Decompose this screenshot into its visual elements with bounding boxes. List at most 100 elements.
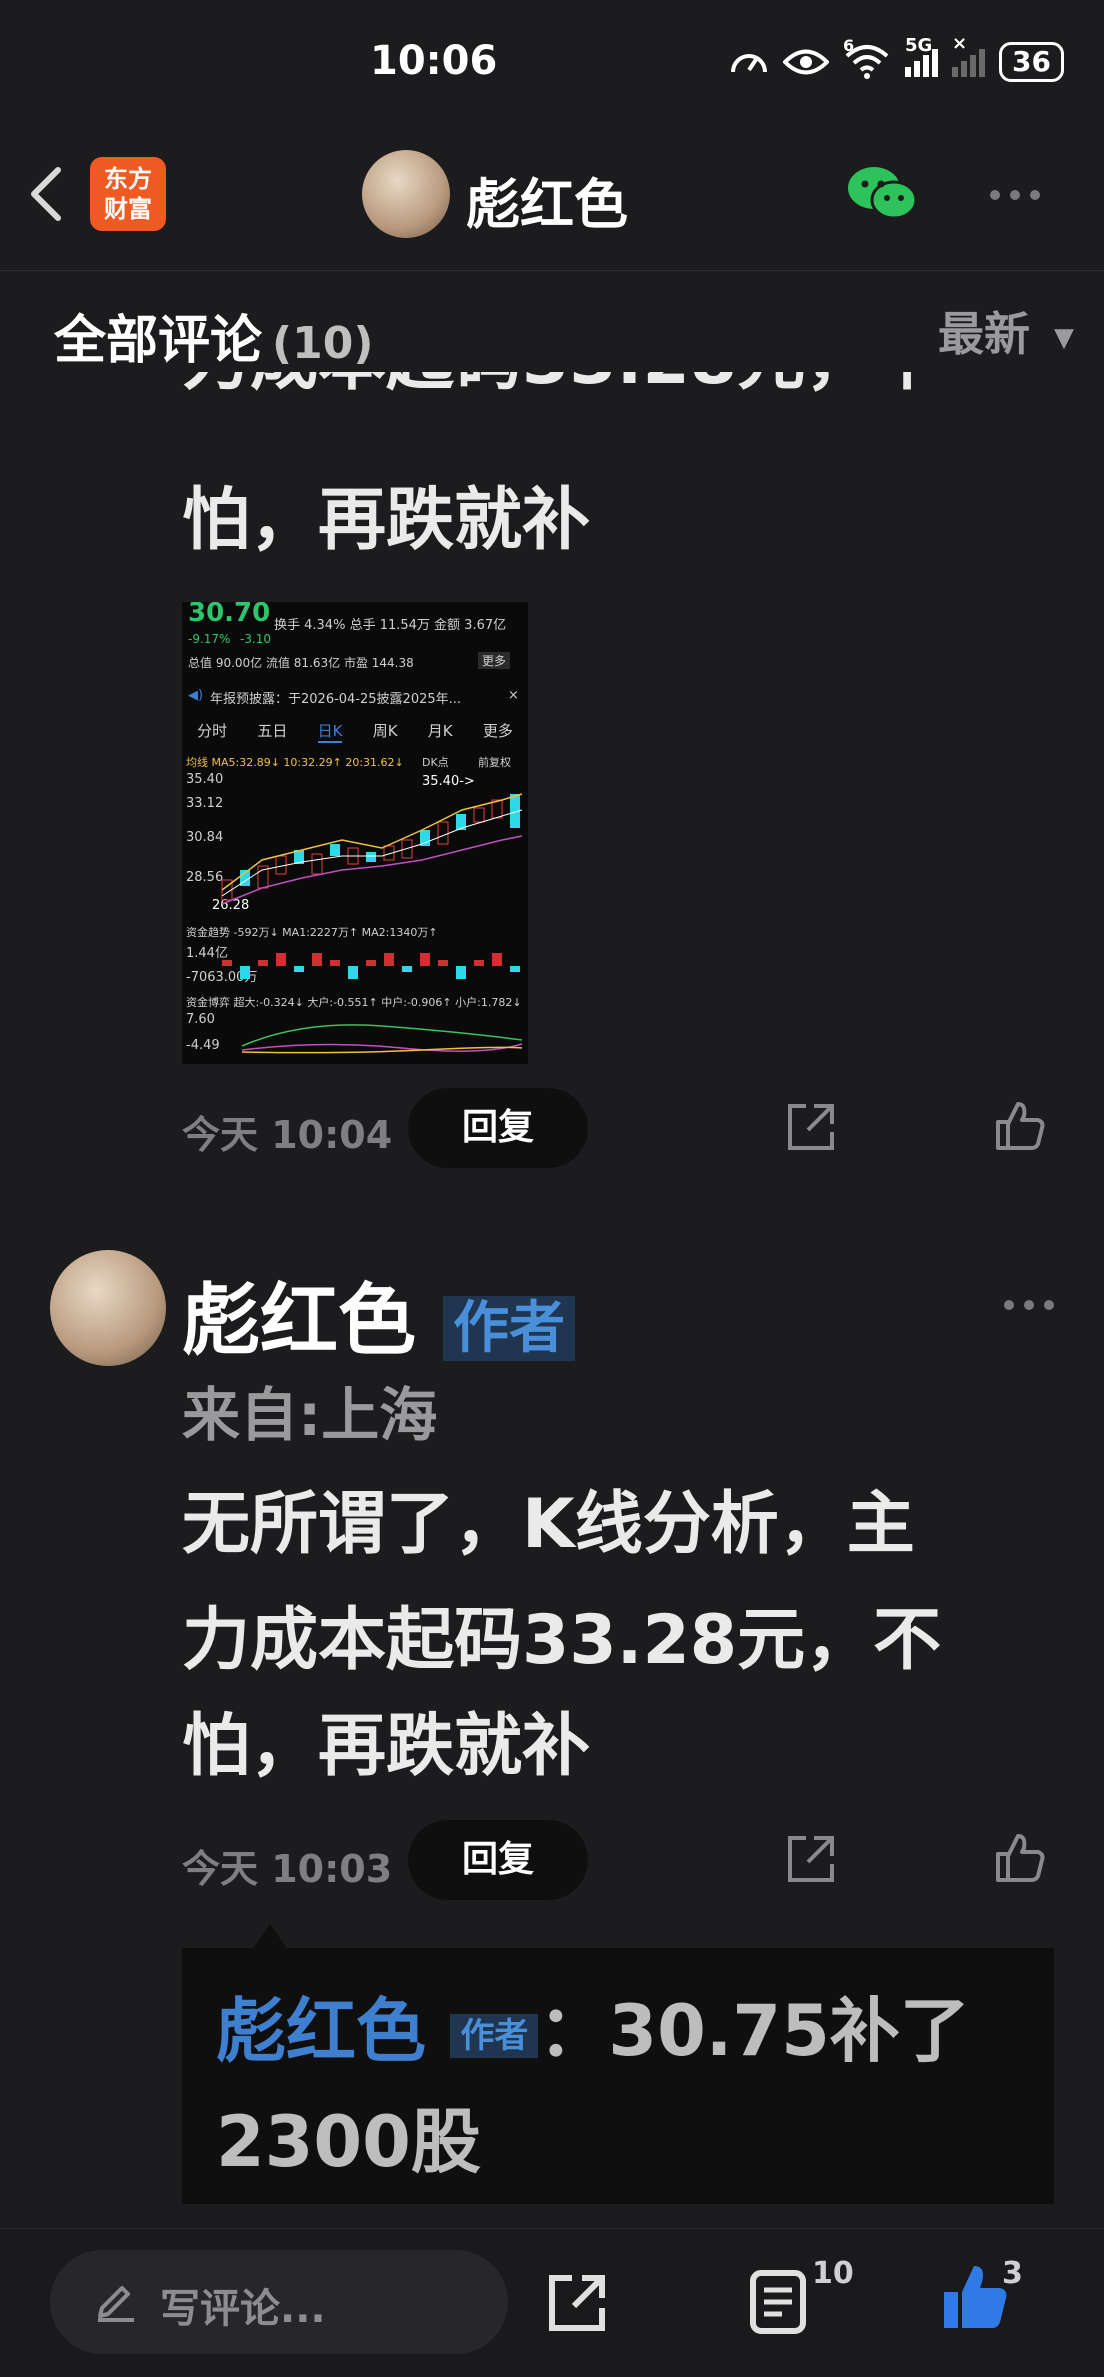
close-icon: ×: [508, 688, 519, 703]
author-name[interactable]: 彪红色: [466, 160, 628, 239]
comments-title: 全部评论: [54, 311, 263, 371]
like-count-badge: 3: [1002, 2256, 1023, 2291]
commenter-header: 彪红色 作者: [182, 1258, 576, 1370]
comment-text-clipped: 力成本起码33.28元，不: [182, 372, 1082, 412]
comments-count: (10): [272, 318, 374, 369]
speaker-icon: ◀): [188, 688, 204, 703]
flow-bar: [402, 966, 412, 972]
reply-pointer: [252, 1924, 288, 1950]
flow-bar: [474, 960, 484, 966]
comment-text-line: 力成本起码33.28元，不: [182, 372, 1082, 412]
share-icon[interactable]: [546, 2272, 608, 2334]
candle: [330, 844, 340, 856]
status-icons: 6 5G × 36: [729, 33, 1064, 82]
thumb-tab: 日K: [317, 720, 343, 743]
thumb-tab: 分时: [197, 722, 228, 740]
comment-more-icon[interactable]: [1004, 1300, 1054, 1310]
flow-bar: [312, 953, 322, 966]
commenter-avatar[interactable]: [50, 1250, 166, 1366]
flow-bar: [348, 966, 358, 979]
reply-button[interactable]: 回复: [408, 1088, 588, 1168]
eye-icon: [783, 49, 830, 75]
flow-bar: [456, 966, 466, 979]
thumb-row1: 换手 4.34% 总手 11.54万 金额 3.67亿: [274, 618, 507, 633]
flow-bar: [420, 953, 430, 966]
wifi-label: 6: [843, 36, 855, 55]
thumb-change-amt: -3.10: [240, 632, 272, 646]
caret-down-icon: ▼: [1054, 322, 1074, 353]
thumb-flow-line: 资金趋势 -592万↓ MA1:2227万↑ MA2:1340万↑: [186, 926, 438, 939]
flow-bar: [240, 966, 250, 979]
thumb-adjust: 前复权: [478, 756, 511, 769]
thumb-tabs: 分时 五日 日K 周K 月K 更多: [182, 720, 528, 743]
thumb-tab: 更多: [482, 722, 513, 740]
candlestick-chart: [221, 793, 523, 905]
thumb-tab: 五日: [257, 722, 288, 740]
fund-game-lines: [241, 1024, 523, 1054]
signal-5g-icon: 5G: [905, 35, 939, 77]
comments-list-icon[interactable]: [750, 2270, 806, 2334]
flow-bar: [294, 966, 304, 972]
comment-text-line: 无所谓了，K线分析，主: [182, 1485, 915, 1564]
thumb-notice: 年报预披露：于2026-04-25披露2025年...: [210, 692, 462, 707]
candle: [311, 853, 323, 875]
comments-header: 全部评论 (10): [54, 298, 373, 373]
comment-text-line: 怕，再跌就补: [182, 1707, 591, 1786]
author-avatar[interactable]: [362, 150, 450, 238]
candle: [366, 852, 376, 862]
battery-indicator: 36: [999, 42, 1064, 82]
pencil-icon: [98, 2286, 134, 2322]
wifi-icon: 6: [843, 36, 891, 80]
comment-count-badge: 10: [812, 2256, 854, 2291]
flow-bar: [366, 960, 376, 966]
stock-chart-image[interactable]: 30.70 -9.17% -3.10 换手 4.34% 总手 11.54万 金额…: [182, 602, 528, 1064]
flow-bar: [276, 953, 286, 966]
like-filled-icon[interactable]: [940, 2262, 1010, 2332]
status-time: 10:06: [370, 38, 498, 84]
sort-dropdown[interactable]: 最新 ▼: [938, 298, 1074, 364]
flow-bar: [222, 960, 232, 966]
more-options-icon[interactable]: [990, 190, 1040, 200]
flow-bar: [492, 953, 502, 966]
share-icon[interactable]: [786, 1834, 836, 1884]
signal-sim2-icon: ×: [952, 33, 986, 77]
like-icon[interactable]: [994, 1100, 1046, 1152]
share-icon[interactable]: [786, 1102, 836, 1152]
like-icon[interactable]: [994, 1832, 1046, 1884]
speedometer-icon: [731, 54, 768, 73]
flow-bar: [384, 953, 394, 966]
candle: [437, 821, 449, 845]
write-comment-placeholder: 写评论...: [160, 2286, 326, 2332]
sub-reply-text: 彪红色 作者 ：30.75补了2300股: [216, 1978, 1016, 2195]
sub-reply-name[interactable]: 彪红色: [216, 1990, 426, 2072]
thumb-tab: 月K: [427, 722, 453, 740]
commenter-location: 来自:上海: [182, 1381, 438, 1449]
comment-time: 今天 10:03: [182, 1847, 393, 1891]
candle: [473, 807, 485, 823]
author-badge: 作者: [443, 1296, 576, 1361]
flow-bar: [510, 966, 520, 972]
thumb-dk: DK点: [422, 756, 449, 769]
thumb-change-pct: -9.17%: [188, 632, 231, 646]
logo-line2: 财富: [104, 195, 152, 223]
thumb-more: 更多: [478, 652, 511, 669]
comment-text-line: 力成本起码33.28元，不: [182, 1601, 942, 1680]
flow-bar: [258, 960, 268, 966]
network-label: 5G: [905, 35, 933, 56]
candle: [420, 830, 430, 846]
reply-button[interactable]: 回复: [408, 1820, 588, 1900]
fund-flow-bars: [222, 953, 520, 979]
logo-line1: 东方: [104, 165, 152, 193]
comment-text-line: 怕，再跌就补: [182, 481, 591, 560]
thumb-tab: 周K: [372, 722, 398, 740]
thumb-price: 30.70: [188, 602, 271, 628]
app-logo[interactable]: 东方 财富: [90, 157, 166, 231]
sort-label: 最新: [937, 307, 1030, 361]
back-arrow-icon[interactable]: [26, 166, 66, 222]
commenter-name[interactable]: 彪红色: [182, 1276, 416, 1366]
flow-bar: [330, 960, 340, 966]
thumb-row2: 总值 90.00亿 流值 81.63亿 市盈 144.38: [188, 656, 414, 670]
sub-reply-author-badge: 作者: [450, 2013, 539, 2058]
thumb-game-line: 资金博弈 超大:-0.324↓ 大户:-0.551↑ 中户:-0.906↑ 小户…: [186, 996, 522, 1009]
wechat-share-icon[interactable]: [846, 164, 918, 224]
